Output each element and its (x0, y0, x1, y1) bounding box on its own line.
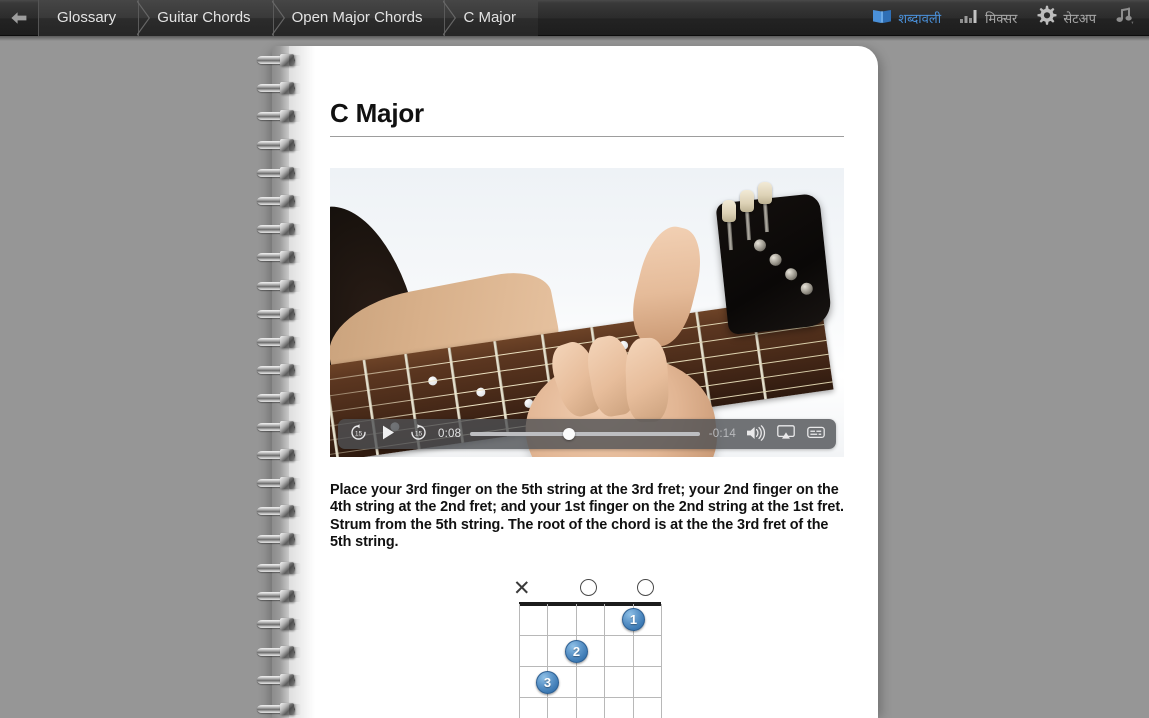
video-progress-slider[interactable] (470, 428, 700, 440)
video-controls-bar: 15 15 0:08 -0:14 (338, 419, 836, 449)
breadcrumb-item-c-major[interactable]: C Major (444, 0, 538, 36)
chevron-right-icon (271, 0, 286, 36)
breadcrumb-item-open-major-chords[interactable]: Open Major Chords (272, 0, 457, 36)
gear-icon (1035, 5, 1057, 30)
chord-fret (519, 635, 662, 636)
book-icon (872, 8, 892, 27)
chord-nut (519, 602, 661, 606)
chord-fret (519, 697, 662, 698)
skip-back-15-button[interactable]: 15 (348, 424, 368, 444)
tuning-peg (722, 200, 736, 222)
title-divider (330, 136, 844, 137)
subtitles-button[interactable] (806, 424, 826, 444)
string-marker-open (580, 579, 597, 596)
notebook-page: C Major 15 15 0:08 -0:14 Place your 3rd … (289, 46, 878, 718)
toolbar-button-glossary[interactable]: शब्दावली (863, 0, 950, 36)
mixer-icon (959, 8, 979, 27)
chord-finger-1: 1 (622, 608, 645, 631)
skip-forward-15-button[interactable]: 15 (408, 424, 428, 444)
breadcrumb-label: Glossary (57, 9, 117, 26)
svg-text:15: 15 (414, 431, 422, 438)
breadcrumb: Glossary Guitar Chords Open Major Chords (38, 0, 538, 36)
elapsed-time: 0:08 (438, 428, 462, 440)
chord-string (604, 604, 605, 718)
breadcrumb-item-guitar-chords[interactable]: Guitar Chords (138, 0, 285, 36)
play-button[interactable] (378, 424, 398, 444)
subtitles-icon (807, 426, 825, 443)
string-marker-muted: ✕ (513, 577, 531, 600)
chord-finger-label: 2 (572, 644, 581, 659)
video-player[interactable]: 15 15 0:08 -0:14 (330, 168, 844, 457)
skip-back-15-icon: 15 (350, 424, 367, 444)
music-note-icon (1114, 7, 1134, 28)
remaining-time: -0:14 (708, 428, 736, 440)
chevron-right-icon (443, 0, 457, 36)
toolbar-button-setup[interactable]: सेटअप (1026, 0, 1105, 36)
chevron-right-icon (137, 0, 151, 36)
play-icon (382, 425, 395, 443)
back-arrow-icon (10, 11, 28, 25)
toolbar-label-glossary: शब्दावली (898, 11, 942, 26)
toolbar-label-setup: सेटअप (1063, 11, 1096, 26)
toolbar-right-group: शब्दावली मिक्सर सेटअप (863, 0, 1149, 36)
volume-button[interactable] (746, 424, 766, 444)
toolbar-button-mixer[interactable]: मिक्सर (950, 0, 1026, 36)
toolbar-label-mixer: मिक्सर (985, 11, 1018, 26)
chord-finger-label: 3 (543, 675, 552, 690)
chord-finger-3: 3 (536, 671, 559, 694)
chord-string (661, 604, 662, 718)
tuning-peg (758, 182, 772, 204)
volume-icon (746, 424, 766, 444)
video-progress-knob[interactable] (562, 428, 575, 440)
top-toolbar: Glossary Guitar Chords Open Major Chords (0, 0, 1149, 36)
breadcrumb-label: Open Major Chords (291, 9, 423, 26)
chord-string (547, 604, 548, 718)
chord-finger-2: 2 (565, 640, 588, 663)
airplay-button[interactable] (776, 424, 796, 444)
airplay-icon (777, 425, 795, 443)
string-marker-open (637, 579, 654, 596)
breadcrumb-item-glossary[interactable]: Glossary (38, 0, 151, 36)
back-button[interactable] (0, 0, 38, 36)
chord-finger-label: 1 (629, 612, 638, 627)
toolbar-drop-shadow (0, 36, 1149, 41)
breadcrumb-label: Guitar Chords (157, 9, 251, 26)
svg-text:15: 15 (354, 431, 362, 438)
chord-diagram: ✕ 1 2 3 (503, 574, 703, 718)
breadcrumb-label: C Major (463, 9, 516, 26)
chord-string (519, 604, 520, 718)
finger (624, 337, 670, 423)
page-content: C Major 15 15 0:08 -0:14 Place your 3rd … (289, 46, 878, 718)
toolbar-button-music[interactable] (1105, 0, 1143, 36)
skip-forward-15-icon: 15 (410, 424, 427, 444)
instruction-text: Place your 3rd finger on the 5th string … (330, 482, 844, 550)
chord-fret (519, 666, 662, 667)
page-title: C Major (330, 98, 424, 128)
tuning-peg (740, 190, 754, 212)
